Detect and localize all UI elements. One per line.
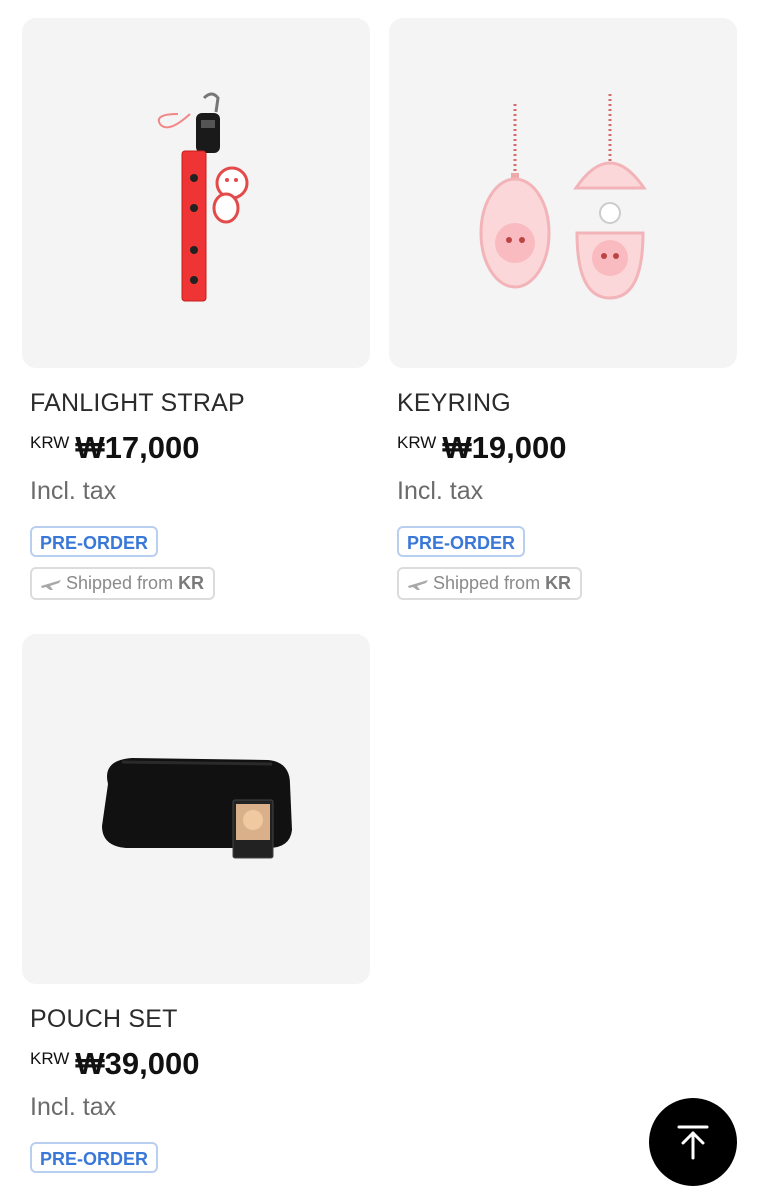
- product-name[interactable]: KEYRING: [397, 388, 737, 418]
- preorder-badge: PRE-ORDER: [30, 526, 159, 557]
- product-price: ₩19,000: [442, 430, 567, 465]
- product-image[interactable]: [389, 18, 737, 368]
- scroll-to-top-button[interactable]: [649, 1098, 737, 1186]
- tax-note: Incl. tax: [397, 477, 484, 505]
- airplane-icon: [41, 579, 61, 590]
- preorder-badge: PRE-ORDER: [30, 1142, 159, 1173]
- product-image[interactable]: [22, 634, 370, 984]
- airplane-icon: [408, 579, 428, 590]
- product-list-page: FANLIGHT STRAP KRW ₩17,000 Incl. tax PRE…: [0, 0, 758, 1199]
- pouch-set-image: [102, 758, 292, 859]
- product-name[interactable]: FANLIGHT STRAP: [30, 388, 370, 418]
- shipping-badge: Shipped from KR: [397, 567, 583, 600]
- preorder-badge: PRE-ORDER: [397, 526, 526, 557]
- price-row: KRW ₩17,000: [30, 432, 370, 464]
- shipping-prefix: Shipped from: [66, 573, 174, 593]
- product-image[interactable]: [22, 18, 370, 368]
- product-price: ₩39,000: [75, 1046, 200, 1081]
- currency-label: KRW: [397, 433, 437, 452]
- shipping-badge: Shipped from KR: [30, 567, 216, 600]
- tax-note: Incl. tax: [30, 477, 117, 505]
- arrow-up-to-top-icon: [677, 1125, 709, 1160]
- keyring-image: [479, 94, 647, 300]
- currency-label: KRW: [30, 1049, 70, 1068]
- product-grid: FANLIGHT STRAP KRW ₩17,000 Incl. tax PRE…: [22, 18, 738, 1173]
- shipping-country: KR: [178, 573, 205, 593]
- price-row: KRW ₩19,000: [397, 432, 737, 464]
- product-name[interactable]: POUCH SET: [30, 1004, 370, 1034]
- product-card[interactable]: FANLIGHT STRAP KRW ₩17,000 Incl. tax PRE…: [22, 18, 370, 600]
- price-row: KRW ₩39,000: [30, 1048, 370, 1080]
- shipping-country: KR: [545, 573, 572, 593]
- product-price: ₩17,000: [75, 430, 200, 465]
- product-card[interactable]: KEYRING KRW ₩19,000 Incl. tax PRE-ORDER …: [389, 18, 737, 600]
- shipping-prefix: Shipped from: [433, 573, 541, 593]
- tax-note: Incl. tax: [30, 1093, 117, 1121]
- fanlight-strap-image: [157, 92, 249, 302]
- currency-label: KRW: [30, 433, 70, 452]
- product-card[interactable]: POUCH SET KRW ₩39,000 Incl. tax PRE-ORDE…: [22, 634, 370, 1173]
